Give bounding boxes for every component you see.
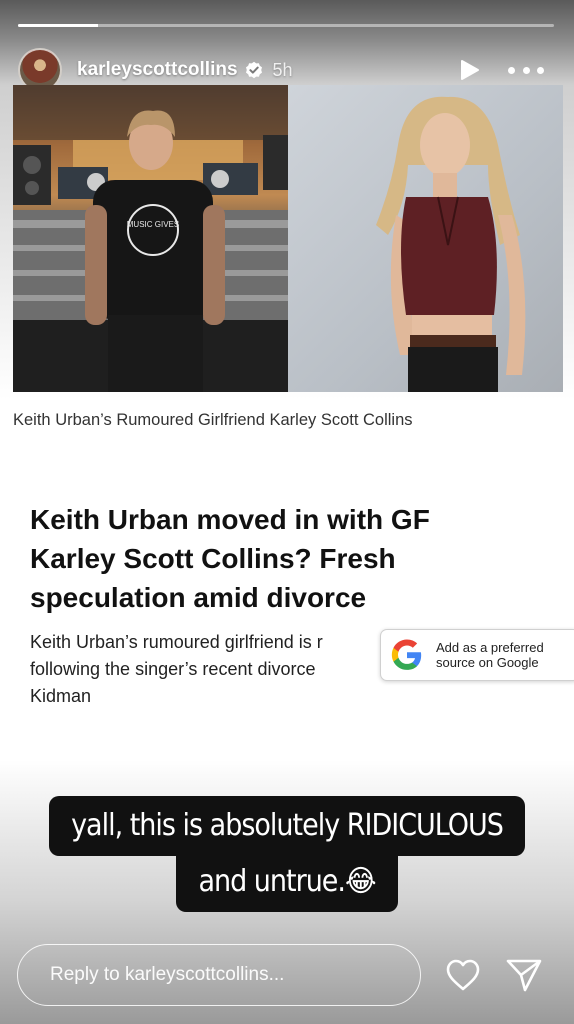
- reply-input[interactable]: [50, 964, 410, 986]
- timestamp: 5h: [272, 59, 293, 80]
- headline-line: speculation amid divorce: [30, 582, 367, 613]
- verified-badge-icon: [245, 61, 263, 79]
- story-caption-overlay: yall, this is absolutely RIDICULOUS and …: [0, 796, 574, 912]
- story-caption-line: yall, this is absolutely RIDICULOUS: [49, 796, 525, 856]
- reply-field[interactable]: [17, 944, 421, 1006]
- google-logo-icon: [390, 638, 424, 672]
- summary-line: Kidman: [30, 686, 92, 706]
- article-summary: Keith Urban’s rumoured girlfriend is r f…: [30, 629, 390, 713]
- article-headline[interactable]: Keith Urban moved in with GF Karley Scot…: [30, 500, 550, 617]
- username[interactable]: karleyscottcollins: [77, 59, 238, 81]
- summary-line: following the singer’s recent divorce: [30, 659, 316, 679]
- google-preferred-source-button[interactable]: Add as a preferred source on Google: [380, 629, 574, 681]
- man-at-mixing-console-photo: MUSIC GIVES: [13, 85, 288, 392]
- shirt-text: MUSIC GIVES: [127, 220, 179, 229]
- heart-icon[interactable]: [445, 958, 481, 992]
- story-progress-bar: [18, 24, 554, 27]
- story-caption-line: and untrue.😂: [176, 852, 398, 912]
- google-chip-line: Add as a preferred: [436, 640, 544, 655]
- play-icon[interactable]: [458, 59, 480, 81]
- send-icon[interactable]: [505, 957, 543, 993]
- headline-line: Keith Urban moved in with GF: [30, 504, 430, 535]
- image-caption: Keith Urban’s Rumoured Girlfriend Karley…: [13, 411, 413, 429]
- more-options-icon[interactable]: [508, 59, 544, 81]
- google-chip-line: source on Google: [436, 655, 539, 670]
- woman-in-leather-vest-photo: [288, 85, 563, 392]
- story-progress-fill: [18, 24, 99, 27]
- headline-line: Karley Scott Collins? Fresh: [30, 543, 396, 574]
- summary-line: Keith Urban’s rumoured girlfriend is r: [30, 632, 323, 652]
